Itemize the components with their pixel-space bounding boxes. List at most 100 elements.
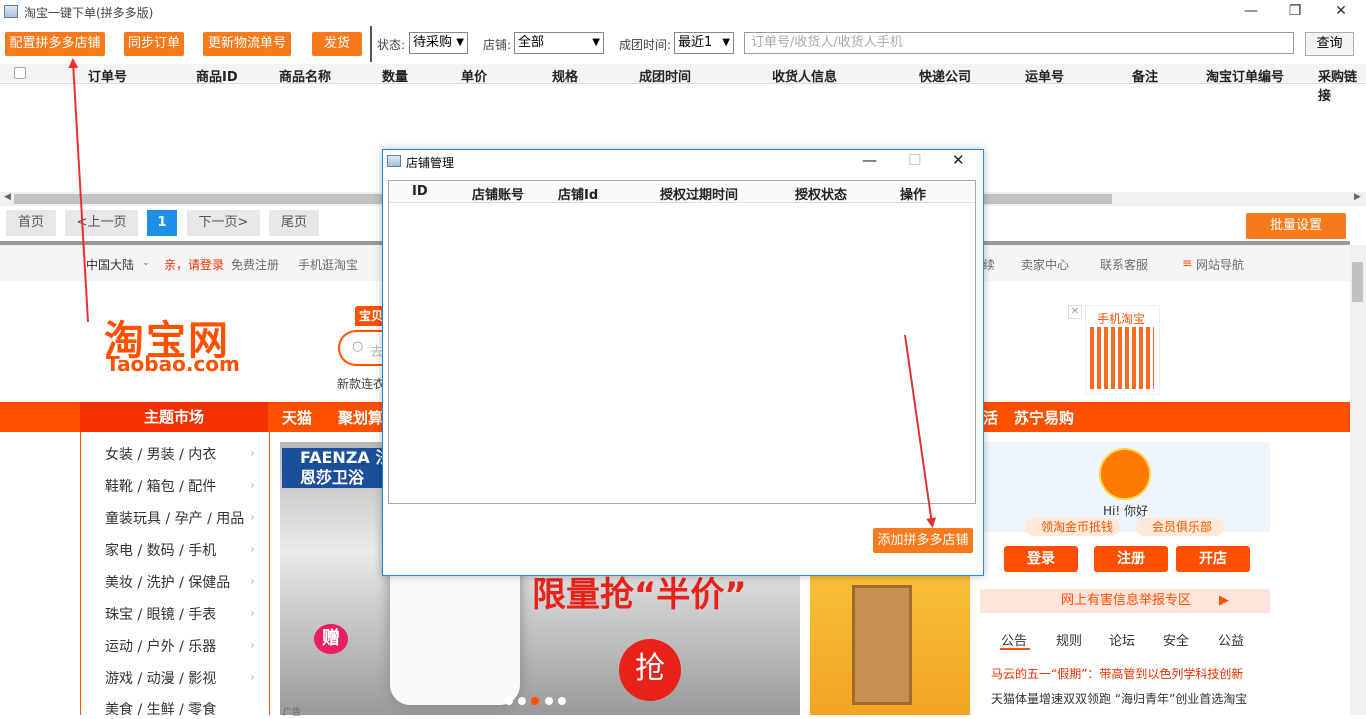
col-unit-price[interactable]: 单价 xyxy=(461,66,487,85)
nav-item-juhuasuan[interactable]: 聚划算 xyxy=(338,407,383,428)
col-store-account[interactable]: 店铺账号 xyxy=(472,184,524,203)
category-item[interactable]: 鞋靴 / 箱包 / 配件 xyxy=(105,476,216,496)
col-order-id[interactable]: 订单号 xyxy=(88,66,127,85)
mobile-taobao-link[interactable]: 手机逛淘宝 xyxy=(298,256,358,273)
select-all-checkbox[interactable] xyxy=(14,67,26,79)
customer-service-link[interactable]: 联系客服 xyxy=(1100,256,1148,273)
site-nav-link[interactable]: 网站导航 xyxy=(1196,256,1244,273)
carousel-dot[interactable] xyxy=(505,697,513,705)
col-actions[interactable]: 操作 xyxy=(900,184,926,203)
sync-orders-button[interactable]: 同步订单 xyxy=(124,32,184,56)
col-product-id[interactable]: 商品ID xyxy=(196,66,238,85)
update-logistics-button[interactable]: 更新物流单号 xyxy=(203,32,291,56)
col-spec[interactable]: 规格 xyxy=(552,66,578,85)
category-item[interactable]: 美食 / 生鲜 / 零食 xyxy=(105,699,216,719)
category-item[interactable]: 美妆 / 洗护 / 保健品 xyxy=(105,572,230,592)
col-group-time[interactable]: 成团时间 xyxy=(639,66,691,85)
member-club-link[interactable]: 会员俱乐部 xyxy=(1136,518,1224,536)
col-auth-expire[interactable]: 授权过期时间 xyxy=(660,184,738,203)
dialog-title: 店铺管理 xyxy=(406,156,455,170)
category-item[interactable]: 童装玩具 / 孕产 / 用品 xyxy=(105,508,244,528)
avatar[interactable] xyxy=(1099,448,1151,500)
config-pdd-store-button[interactable]: 配置拼多多店铺 xyxy=(5,32,105,56)
last-page-button[interactable]: 尾页 xyxy=(269,210,319,236)
scroll-left-icon[interactable]: ◀ xyxy=(4,192,11,202)
col-store-id[interactable]: 店铺Id xyxy=(558,184,598,203)
open-store-button[interactable]: 开店 xyxy=(1176,546,1250,572)
chevron-down-icon: ⌄ xyxy=(142,258,150,268)
category-item[interactable]: 游戏 / 动漫 / 影视 xyxy=(105,668,216,688)
col-auth-status[interactable]: 授权状态 xyxy=(795,184,847,203)
chevron-down-icon: ▼ xyxy=(722,37,730,48)
col-tracking-no[interactable]: 运单号 xyxy=(1025,66,1064,85)
carousel-dot[interactable] xyxy=(558,697,566,705)
banner-gift-badge: 赠 xyxy=(314,624,348,654)
register-link[interactable]: 免费注册 xyxy=(231,256,279,273)
news-tab-forum[interactable]: 论坛 xyxy=(1109,630,1135,649)
region-selector[interactable]: 中国大陆 xyxy=(86,256,134,273)
prev-page-button[interactable]: <上一页 xyxy=(65,210,138,236)
news-tab-charity[interactable]: 公益 xyxy=(1218,630,1244,649)
col-purchase-link[interactable]: 采购链接 xyxy=(1318,66,1366,104)
col-taobao-order-no[interactable]: 淘宝订单编号 xyxy=(1206,66,1284,85)
browser-vertical-scrollbar[interactable] xyxy=(1350,245,1366,715)
store-select-value: 全部 xyxy=(518,35,545,50)
search-input[interactable]: 订单号/收货人/收货人手机 xyxy=(744,32,1294,54)
add-pdd-store-button[interactable]: 添加拼多多店铺 xyxy=(873,528,973,553)
batch-settings-button[interactable]: 批量设置 xyxy=(1246,213,1346,239)
news-item[interactable]: 马云的五一“假期”：带高管到以色列学科技创新 xyxy=(991,665,1243,682)
news-tab-rules[interactable]: 规则 xyxy=(1056,630,1082,649)
news-tab-security[interactable]: 安全 xyxy=(1163,630,1189,649)
report-link[interactable]: 网上有害信息举报专区 ▶ xyxy=(980,589,1270,613)
status-select[interactable]: 待采购 ▼ xyxy=(409,32,468,54)
category-item[interactable]: 女装 / 男装 / 内衣 xyxy=(105,444,216,464)
toolbar-divider xyxy=(370,26,372,62)
hot-search-words[interactable]: 新款连衣 xyxy=(337,375,385,392)
banner-grab-badge[interactable]: 抢 xyxy=(619,639,681,701)
col-courier[interactable]: 快递公司 xyxy=(919,66,971,85)
login-link[interactable]: 亲，请登录 xyxy=(164,256,224,273)
search-icon: ○ xyxy=(352,339,364,354)
group-time-select[interactable]: 最近1 ▼ xyxy=(674,32,734,54)
close-button[interactable]: ✕ xyxy=(1318,0,1364,24)
browser-vertical-scrollbar-thumb[interactable] xyxy=(1352,262,1363,302)
query-button[interactable]: 查询 xyxy=(1305,32,1354,56)
news-tab-notice[interactable]: 公告 xyxy=(1001,630,1027,649)
minimize-button[interactable]: — xyxy=(1228,0,1274,24)
nav-item-suning[interactable]: 苏宁易购 xyxy=(1014,407,1074,428)
nav-item-partial[interactable]: 活 xyxy=(983,407,998,428)
dialog-close-button[interactable]: ✕ xyxy=(952,151,965,169)
news-item[interactable]: 天猫体量增速双双领跑 “海归青年”创业首选淘宝 xyxy=(991,690,1247,707)
nav-item-tmall[interactable]: 天猫 xyxy=(282,407,312,428)
carousel-dot[interactable] xyxy=(518,697,526,705)
col-product-name[interactable]: 商品名称 xyxy=(279,66,331,85)
maximize-button[interactable]: ❐ xyxy=(1272,0,1318,24)
chevron-right-icon: › xyxy=(250,478,255,492)
category-item[interactable]: 家电 / 数码 / 手机 xyxy=(105,540,216,560)
col-quantity[interactable]: 数量 xyxy=(382,66,408,85)
nav-theme-market[interactable]: 主题市场 xyxy=(80,402,268,432)
carousel-dot-active[interactable] xyxy=(531,697,539,705)
col-id[interactable]: ID xyxy=(412,184,428,199)
banner-brand: FAENZA 法恩莎卫浴 xyxy=(282,448,392,488)
store-select[interactable]: 全部 ▼ xyxy=(514,32,604,54)
col-receiver-info[interactable]: 收货人信息 xyxy=(772,66,837,85)
seller-center-link[interactable]: 卖家中心 xyxy=(1021,256,1069,273)
carousel-dot[interactable] xyxy=(545,697,553,705)
first-page-button[interactable]: 首页 xyxy=(6,210,56,236)
page-number-button[interactable]: 1 xyxy=(147,210,177,236)
store-grid[interactable] xyxy=(388,180,976,504)
dialog-minimize-button[interactable]: — xyxy=(862,151,877,169)
next-page-button[interactable]: 下一页> xyxy=(187,210,260,236)
site-register-button[interactable]: 注册 xyxy=(1094,546,1168,572)
coins-link[interactable]: 领淘金币抵钱 xyxy=(1025,518,1120,536)
chevron-right-icon: › xyxy=(250,542,255,556)
scroll-right-icon[interactable]: ▶ xyxy=(1354,192,1361,202)
greeting-text: Hi! 你好 xyxy=(1103,504,1148,518)
category-item[interactable]: 珠宝 / 眼镜 / 手表 xyxy=(105,604,216,624)
ship-button[interactable]: 发货 xyxy=(312,32,362,56)
site-login-button[interactable]: 登录 xyxy=(1004,546,1078,572)
col-remark[interactable]: 备注 xyxy=(1132,66,1158,85)
qr-close-icon[interactable]: ✕ xyxy=(1068,305,1082,319)
category-item[interactable]: 运动 / 户外 / 乐器 xyxy=(105,636,216,656)
